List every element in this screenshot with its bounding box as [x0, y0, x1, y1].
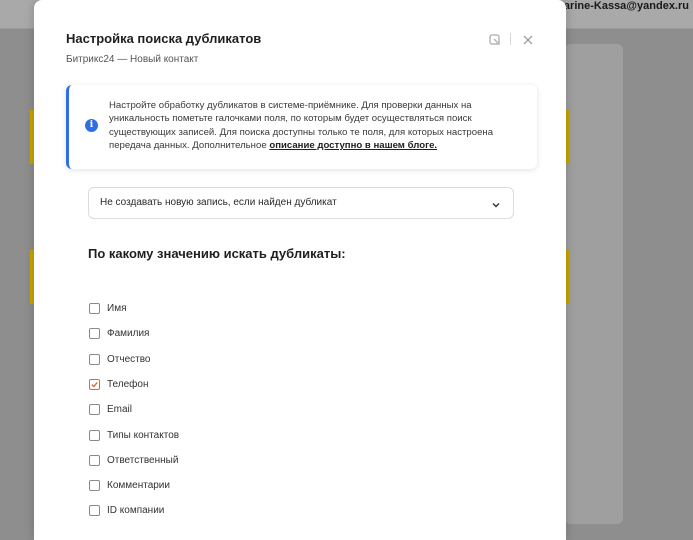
checkbox[interactable]: [89, 479, 100, 491]
blog-link[interactable]: описание доступно в нашем блоге.: [269, 140, 437, 151]
field-checkbox-row[interactable]: Ответственный: [89, 452, 178, 468]
duplicate-action-select[interactable]: Не создавать новую запись, если найден д…: [88, 187, 514, 219]
field-label: Ответственный: [107, 454, 179, 466]
checkbox[interactable]: [89, 327, 100, 339]
checkbox[interactable]: [89, 504, 100, 516]
checkbox[interactable]: [89, 429, 100, 441]
field-checkbox-row[interactable]: Телефон: [89, 376, 148, 392]
background-accent-bar: [566, 110, 570, 164]
field-label: Комментарии: [107, 479, 170, 491]
field-label: Имя: [107, 302, 127, 314]
field-label: Телефон: [107, 378, 149, 390]
background-accent-bar: [566, 250, 570, 304]
checkbox[interactable]: [89, 454, 100, 466]
copy-link-icon[interactable]: [488, 33, 502, 47]
field-checkbox-row[interactable]: Фамилия: [89, 325, 149, 341]
duplicate-action-value: Не создавать новую запись, если найден д…: [100, 197, 337, 208]
info-text: Настройте обработку дубликатов в системе…: [109, 99, 521, 152]
field-label: Отчество: [107, 353, 151, 365]
chevron-down-icon: [491, 197, 501, 208]
info-icon: i: [85, 119, 98, 132]
info-notice: i Настройте обработку дубликатов в систе…: [66, 85, 537, 169]
field-checkbox-row[interactable]: Типы контактов: [89, 427, 179, 443]
dialog-title: Настройка поиска дубликатов: [66, 31, 262, 46]
checkbox-checked[interactable]: [89, 378, 100, 390]
field-label: Типы контактов: [107, 429, 180, 441]
dialog-subtitle: Битрикс24 — Новый контакт: [66, 54, 199, 65]
search-fields-title: По какому значению искать дубликаты:: [88, 246, 346, 261]
field-label: ID компании: [107, 504, 165, 516]
duplicate-search-dialog: Настройка поиска дубликатов Битрикс24 — …: [34, 0, 566, 540]
field-checkbox-row[interactable]: Отчество: [89, 351, 150, 367]
field-label: Email: [107, 403, 133, 415]
close-icon[interactable]: [521, 33, 535, 47]
field-checkbox-row[interactable]: Комментарии: [89, 477, 170, 493]
background-card: [565, 44, 623, 524]
field-checkbox-row[interactable]: ID компании: [89, 502, 164, 518]
checkbox[interactable]: [89, 353, 100, 365]
field-checkbox-row[interactable]: Имя: [89, 300, 126, 316]
header-separator: [510, 33, 511, 45]
field-checkbox-row[interactable]: Email: [89, 401, 132, 417]
field-label: Фамилия: [107, 327, 150, 339]
checkbox[interactable]: [89, 302, 100, 314]
checkbox[interactable]: [89, 403, 100, 415]
user-email: Marine-Kassa@yandex.ru: [554, 0, 689, 12]
